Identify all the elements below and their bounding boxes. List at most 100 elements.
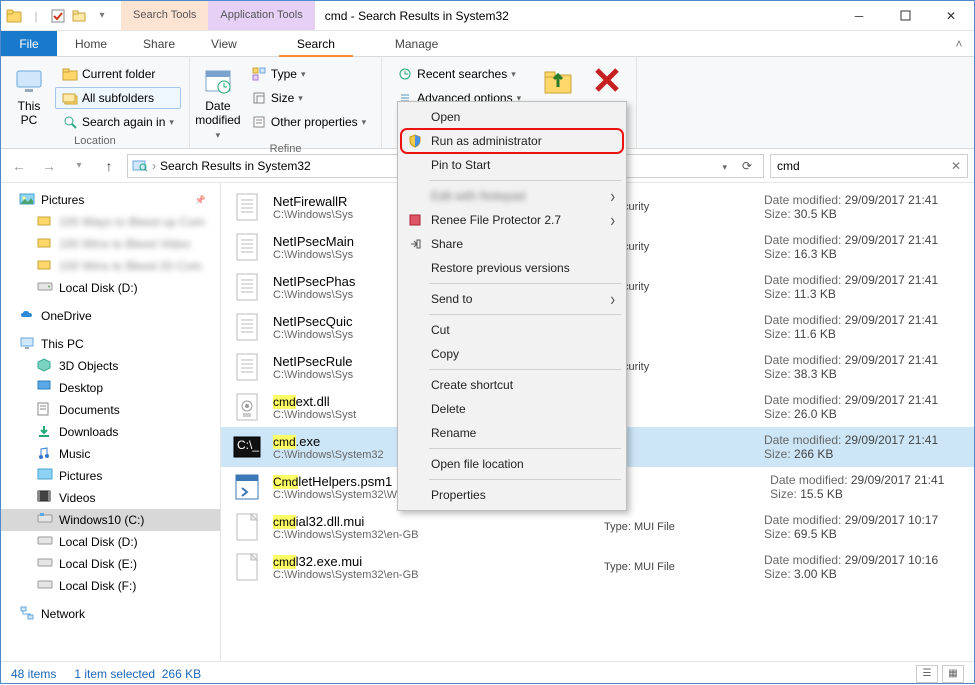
- current-folder-option[interactable]: Current folder: [55, 63, 181, 85]
- contextual-tab-search-tools[interactable]: Search Tools: [121, 1, 208, 30]
- file-icon: [231, 551, 263, 583]
- sidebar-label: Pictures: [59, 469, 102, 483]
- sidebar-item-desktop[interactable]: Desktop: [1, 377, 220, 399]
- ribbon-collapse-button[interactable]: ˄: [944, 31, 974, 56]
- sidebar-item-local-disk-e[interactable]: Local Disk (E:): [1, 553, 220, 575]
- sidebar-item-pictures[interactable]: Pictures: [1, 465, 220, 487]
- sidebar-item-recent-1[interactable]: 100 Ways to Bleed up Com: [1, 211, 220, 233]
- sidebar-item-this-pc[interactable]: This PC: [1, 333, 220, 355]
- ctx-label: Cut: [431, 323, 450, 337]
- search-again-label: Search again in: [82, 115, 165, 129]
- nav-history-dropdown[interactable]: ▾: [67, 154, 91, 178]
- ctx-blurred-item[interactable]: Edit with Notepad: [401, 184, 623, 208]
- sidebar-item-3d-objects[interactable]: 3D Objects: [1, 355, 220, 377]
- date-modified-button[interactable]: Date modified: [198, 61, 238, 141]
- file-icon: [231, 271, 263, 303]
- type-label: Type: [271, 67, 297, 81]
- file-row[interactable]: cmdial32.dll.muiC:\Windows\System32\en-G…: [221, 507, 974, 547]
- search-input[interactable]: [777, 159, 947, 173]
- type-dropdown[interactable]: Type: [244, 63, 373, 85]
- size-dropdown[interactable]: Size: [244, 87, 373, 109]
- tab-search[interactable]: Search: [279, 32, 353, 57]
- ctx-open[interactable]: Open: [401, 105, 623, 129]
- navigation-pane[interactable]: Pictures 100 Ways to Bleed up Com 100 Wi…: [1, 183, 221, 661]
- sidebar-label: Local Disk (D:): [59, 535, 138, 549]
- file-name: cmdl32.exe.mui: [273, 554, 594, 569]
- tab-home[interactable]: Home: [57, 31, 125, 56]
- sidebar-label: 100 Wins to Bleed Video: [59, 237, 190, 251]
- ctx-share[interactable]: Share: [401, 232, 623, 256]
- qat-customize-dropdown[interactable]: ▾: [93, 7, 111, 25]
- quick-access-toolbar: | ▾: [1, 1, 115, 30]
- ctx-cut[interactable]: Cut: [401, 318, 623, 342]
- ctx-label: Copy: [431, 347, 459, 361]
- sidebar-item-music[interactable]: Music: [1, 443, 220, 465]
- tab-view[interactable]: View: [193, 31, 255, 56]
- search-clear-button[interactable]: ✕: [947, 159, 961, 173]
- all-subfolders-label: All subfolders: [82, 91, 154, 105]
- minimize-button[interactable]: ─: [836, 1, 882, 30]
- ctx-create-shortcut[interactable]: Create shortcut: [401, 373, 623, 397]
- sidebar-item-recent-3[interactable]: 100 Wins to Bleed 20 Com: [1, 255, 220, 277]
- sidebar-item-local-disk-d-quick[interactable]: Local Disk (D:): [1, 277, 220, 299]
- download-icon: [37, 424, 53, 440]
- svg-text:C:\_: C:\_: [237, 438, 259, 452]
- sidebar-item-onedrive[interactable]: OneDrive: [1, 305, 220, 327]
- sidebar-item-local-disk-f[interactable]: Local Disk (F:): [1, 575, 220, 597]
- tab-file[interactable]: File: [1, 31, 57, 56]
- documents-icon: [37, 402, 53, 418]
- close-search-button[interactable]: [588, 61, 628, 97]
- desktop-icon: [37, 380, 53, 396]
- all-subfolders-option[interactable]: All subfolders: [55, 87, 181, 109]
- ctx-renee-file-protector[interactable]: Renee File Protector 2.7: [401, 208, 623, 232]
- recent-searches-dropdown[interactable]: Recent searches: [390, 63, 528, 85]
- ctx-label: Open file location: [431, 457, 524, 471]
- ctx-rename[interactable]: Rename: [401, 421, 623, 445]
- sidebar-item-local-disk-d[interactable]: Local Disk (D:): [1, 531, 220, 553]
- ctx-separator: [429, 283, 621, 284]
- address-chevron[interactable]: ›: [152, 159, 156, 173]
- tab-share[interactable]: Share: [125, 31, 193, 56]
- sidebar-label: OneDrive: [41, 309, 92, 323]
- maximize-button[interactable]: [882, 1, 928, 30]
- other-properties-dropdown[interactable]: Other properties: [244, 111, 373, 133]
- ctx-send-to[interactable]: Send to: [401, 287, 623, 311]
- sidebar-item-windows10-c[interactable]: Windows10 (C:): [1, 509, 220, 531]
- ctx-open-file-location[interactable]: Open file location: [401, 452, 623, 476]
- ctx-properties[interactable]: Properties: [401, 483, 623, 507]
- nav-back-button[interactable]: ←: [7, 154, 31, 178]
- this-pc-button[interactable]: This PC: [9, 61, 49, 127]
- ctx-run-as-administrator[interactable]: Run as administrator: [401, 129, 623, 153]
- ribbon-tab-strip: File Home Share View Search Manage ˄: [1, 31, 974, 57]
- qat-newfolder-icon[interactable]: [71, 7, 89, 25]
- sidebar-item-network[interactable]: Network: [1, 603, 220, 625]
- nav-up-button[interactable]: ↑: [97, 154, 121, 178]
- view-large-icons-button[interactable]: ▦: [942, 665, 964, 683]
- sidebar-item-downloads[interactable]: Downloads: [1, 421, 220, 443]
- nav-forward-button[interactable]: →: [37, 154, 61, 178]
- sidebar-label: Desktop: [59, 381, 103, 395]
- status-bar: 48 items 1 item selected 266 KB ☰ ▦: [1, 661, 974, 685]
- open-file-location-button[interactable]: [538, 61, 578, 97]
- address-dropdown[interactable]: [718, 159, 731, 173]
- tab-manage[interactable]: Manage: [377, 31, 456, 56]
- close-button[interactable]: ✕: [928, 1, 974, 30]
- ctx-pin-to-start[interactable]: Pin to Start: [401, 153, 623, 177]
- file-row[interactable]: cmdl32.exe.muiC:\Windows\System32\en-GBT…: [221, 547, 974, 587]
- sidebar-item-recent-2[interactable]: 100 Wins to Bleed Video: [1, 233, 220, 255]
- ctx-restore-previous-versions[interactable]: Restore previous versions: [401, 256, 623, 280]
- search-again-in-dropdown[interactable]: Search again in: [55, 111, 181, 133]
- sidebar-item-pictures-quick[interactable]: Pictures: [1, 189, 220, 211]
- ctx-label: Pin to Start: [431, 158, 490, 172]
- sidebar-item-videos[interactable]: Videos: [1, 487, 220, 509]
- sidebar-item-documents[interactable]: Documents: [1, 399, 220, 421]
- address-refresh-button[interactable]: ⟳: [735, 159, 759, 173]
- qat-checked-icon[interactable]: [49, 7, 67, 25]
- view-details-button[interactable]: ☰: [916, 665, 938, 683]
- address-text[interactable]: Search Results in System32: [160, 159, 311, 173]
- contextual-tab-application-tools[interactable]: Application Tools: [208, 1, 314, 30]
- ctx-delete[interactable]: Delete: [401, 397, 623, 421]
- search-box[interactable]: ✕: [770, 154, 968, 178]
- folders-icon: [62, 90, 78, 106]
- ctx-copy[interactable]: Copy: [401, 342, 623, 366]
